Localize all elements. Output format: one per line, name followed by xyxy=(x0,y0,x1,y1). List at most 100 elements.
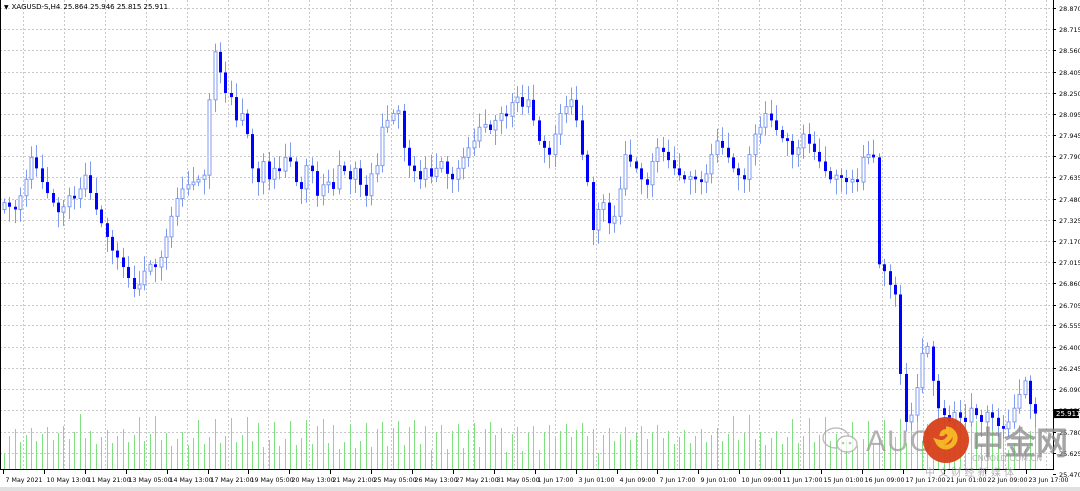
candle-body-bull xyxy=(526,99,531,108)
candle-body-bear xyxy=(829,171,832,180)
candle-body-bear xyxy=(608,202,611,224)
candle-body-bull xyxy=(483,124,488,128)
current-price-marker: 25.911 xyxy=(1054,409,1080,419)
candle-body-bear xyxy=(257,168,260,183)
price-tick-label: 25.780 xyxy=(1059,429,1080,437)
time-tick-label: 3 Jun 01:00 xyxy=(579,477,615,484)
candle-body-bull xyxy=(207,99,212,176)
candle-body-bull xyxy=(861,156,866,183)
candle-body-bear xyxy=(727,147,730,158)
candle-body-bull xyxy=(655,147,660,163)
candle-body-bear xyxy=(219,51,222,73)
bottom-scrollbar[interactable] xyxy=(0,487,1080,491)
price-tick-label: 27.015 xyxy=(1059,259,1080,267)
candle-body-bear xyxy=(872,154,875,158)
candle-body-bull xyxy=(369,173,374,197)
candle-body-bull xyxy=(747,154,752,180)
candle-body-bull xyxy=(472,140,477,149)
candle-body-bull xyxy=(952,411,957,423)
symbol-label: XAGUSD-S,H4 xyxy=(11,3,61,11)
candle-body-bull xyxy=(83,174,88,190)
price-tick-label: 26.555 xyxy=(1059,322,1080,330)
candle-body-bear xyxy=(521,97,524,107)
candle-body-bull xyxy=(142,270,147,286)
candle-body-bull xyxy=(650,161,655,186)
candle-body-bull xyxy=(321,184,326,197)
time-tick-label: 9 Jun 01:00 xyxy=(701,477,737,484)
candle-body-bear xyxy=(964,417,967,422)
candle-body-bull xyxy=(753,133,758,156)
time-tick-label: 31 May 05:00 xyxy=(497,477,540,484)
candle-body-bear xyxy=(997,417,1000,427)
candle-body-bear xyxy=(878,157,881,265)
candle-body-bear xyxy=(451,173,454,180)
time-tick-label: 1 Jun 17:00 xyxy=(538,477,574,484)
price-tick-label: 28.095 xyxy=(1059,111,1080,119)
candle xyxy=(899,284,902,385)
candle-body-bear xyxy=(246,113,249,135)
candle-body-bear xyxy=(581,120,584,155)
price-chart[interactable]: 28.870 28.715 28.560 28.405 28.250 28.095 27.9… xyxy=(0,0,1080,491)
candle-body-bear xyxy=(311,165,314,172)
candle-body-bull xyxy=(61,206,66,213)
candle-body-bull xyxy=(148,263,153,272)
candle-body-bear xyxy=(1034,404,1037,414)
price-tick-label: 28.405 xyxy=(1059,69,1080,77)
candle-body-bull xyxy=(164,236,169,258)
candle-body-bear xyxy=(332,182,335,189)
candle-body-bull xyxy=(29,156,34,180)
candle-body-bear xyxy=(635,161,638,169)
candle-body-bear xyxy=(408,147,411,166)
triangle-down-icon[interactable]: ▼ xyxy=(4,4,9,11)
candle-body-bear xyxy=(46,182,49,194)
candle-body-bull xyxy=(1006,421,1011,430)
candle-body-bull xyxy=(850,178,855,183)
candle-body-bear xyxy=(786,138,789,141)
candle-body-bull xyxy=(456,167,461,180)
candle-body-bear xyxy=(640,168,643,180)
candle-body-bear xyxy=(889,271,892,285)
price-tick-label: 26.090 xyxy=(1059,386,1080,394)
candle-body-bull xyxy=(423,167,428,180)
candle-body-bear xyxy=(737,168,740,176)
time-tick-label: 10 May 13:00 xyxy=(47,477,90,484)
price-tick-label: 27.170 xyxy=(1059,238,1080,246)
price-tick-label: 27.790 xyxy=(1059,153,1080,161)
time-tick-label: 27 May 21:00 xyxy=(456,477,499,484)
candle-body-bear xyxy=(586,154,589,183)
candle-body-bull xyxy=(261,161,266,183)
candle-body-bear xyxy=(57,202,60,213)
candle-body-bull xyxy=(180,188,185,200)
candle-body-bear xyxy=(343,165,346,172)
candle-body-bull xyxy=(283,156,288,172)
candle-body-bear xyxy=(111,236,114,251)
candle-body-bear xyxy=(948,415,951,422)
candle-body-bear xyxy=(268,161,271,180)
candle-body-bear xyxy=(894,284,897,295)
time-tick-label: 7 Jun 17:00 xyxy=(660,477,696,484)
candle-body-bull xyxy=(796,147,801,156)
price-tick-label: 28.870 xyxy=(1059,5,1080,13)
candle-body-bear xyxy=(673,160,676,169)
candle-body-bull xyxy=(304,165,309,190)
candle-body-bear xyxy=(543,140,546,148)
candle-body-bear xyxy=(300,182,303,189)
candle-body-bull xyxy=(763,113,768,128)
candle-body-bear xyxy=(662,147,665,152)
candle-body-bull xyxy=(553,133,558,156)
candle-body-bull xyxy=(24,178,29,197)
candle-body-bear xyxy=(840,175,843,178)
candle-body-bear xyxy=(694,176,697,180)
candle-body-bull xyxy=(196,178,201,183)
candle-body-bear xyxy=(818,151,821,162)
candle-body-bear xyxy=(538,120,541,141)
candle-body-bear xyxy=(41,168,44,183)
candle-body-bear xyxy=(1002,426,1005,429)
price-tick-label: 27.945 xyxy=(1059,132,1080,140)
candle-body-bear xyxy=(791,140,794,155)
candle-body-bull xyxy=(213,51,218,101)
candle-body-bear xyxy=(419,171,422,180)
candle-body-bear xyxy=(646,179,649,185)
candle-body-bear xyxy=(230,92,233,98)
candle-body-bull xyxy=(920,352,925,389)
